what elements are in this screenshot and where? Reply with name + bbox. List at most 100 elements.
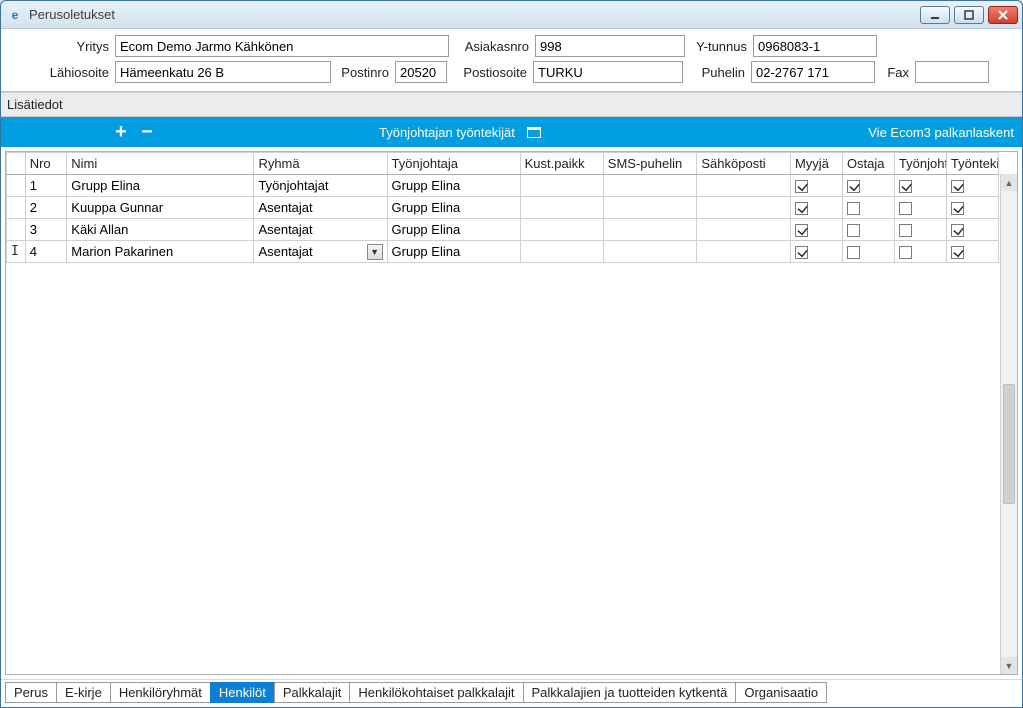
cell-myyja[interactable]	[790, 175, 842, 197]
cell-sahko[interactable]	[697, 175, 791, 197]
cell-ryhma[interactable]: Asentajat	[254, 219, 387, 241]
table-row[interactable]: I4Marion PakarinenAsentajat▼Grupp Elina	[7, 241, 999, 263]
cell-nro[interactable]: 4	[25, 241, 67, 263]
checkbox[interactable]	[899, 224, 912, 237]
cell-tyonjoht[interactable]	[894, 197, 946, 219]
cell-kust[interactable]	[520, 197, 603, 219]
cell-nimi[interactable]: Grupp Elina	[67, 175, 254, 197]
scroll-up-button[interactable]: ▲	[1001, 174, 1017, 191]
cell-nro[interactable]: 1	[25, 175, 67, 197]
row-handle[interactable]: I	[7, 241, 26, 263]
fax-input[interactable]	[915, 61, 989, 83]
checkbox[interactable]	[795, 224, 808, 237]
lahiosoite-input[interactable]	[115, 61, 331, 83]
checkbox[interactable]	[795, 246, 808, 259]
cell-kust[interactable]	[520, 219, 603, 241]
add-row-button[interactable]: +	[110, 121, 132, 143]
cell-tyontekija[interactable]	[946, 197, 998, 219]
cell-myyja[interactable]	[790, 197, 842, 219]
col-myyja[interactable]: Myyjä	[790, 153, 842, 175]
col-sms[interactable]: SMS-puhelin	[603, 153, 697, 175]
scroll-down-button[interactable]: ▼	[1001, 657, 1017, 674]
cell-ryhma[interactable]: Työnjohtajat	[254, 175, 387, 197]
cell-sahko[interactable]	[697, 197, 791, 219]
col-ostaja[interactable]: Ostaja	[842, 153, 894, 175]
table-row[interactable]: 1Grupp ElinaTyönjohtajatGrupp Elina	[7, 175, 999, 197]
asiakasnro-input[interactable]	[535, 35, 685, 57]
cell-tyontekija[interactable]	[946, 241, 998, 263]
checkbox[interactable]	[951, 246, 964, 259]
row-handle[interactable]	[7, 175, 26, 197]
table-row[interactable]: 2Kuuppa GunnarAsentajatGrupp Elina	[7, 197, 999, 219]
cell-sahko[interactable]	[697, 219, 791, 241]
checkbox[interactable]	[847, 224, 860, 237]
cell-tyonjohtaja[interactable]: Grupp Elina	[387, 241, 520, 263]
cell-sms[interactable]	[603, 175, 697, 197]
col-ryhma[interactable]: Ryhmä	[254, 153, 387, 175]
minimize-button[interactable]	[920, 6, 950, 24]
tab-henkilökohtaiset-palkkalajit[interactable]: Henkilökohtaiset palkkalajit	[349, 682, 523, 703]
postiosoite-input[interactable]	[533, 61, 683, 83]
checkbox[interactable]	[847, 202, 860, 215]
checkbox[interactable]	[847, 180, 860, 193]
col-handle[interactable]	[7, 153, 26, 175]
tab-perus[interactable]: Perus	[5, 682, 57, 703]
cell-tyontekija[interactable]	[946, 219, 998, 241]
yritys-input[interactable]	[115, 35, 449, 57]
cell-myyja[interactable]	[790, 219, 842, 241]
row-handle[interactable]	[7, 219, 26, 241]
cell-nro[interactable]: 3	[25, 219, 67, 241]
tab-henkilöt[interactable]: Henkilöt	[210, 682, 275, 703]
grid-scroll[interactable]: Nro Nimi Ryhmä Työnjohtaja Kust.paikk SM…	[5, 151, 1018, 675]
vertical-scrollbar[interactable]: ▲ ▼	[1000, 174, 1017, 674]
checkbox[interactable]	[847, 246, 860, 259]
row-handle[interactable]	[7, 197, 26, 219]
cell-ostaja[interactable]	[842, 197, 894, 219]
cell-nimi[interactable]: Marion Pakarinen	[67, 241, 254, 263]
cell-myyja[interactable]	[790, 241, 842, 263]
cell-sahko[interactable]	[697, 241, 791, 263]
checkbox[interactable]	[951, 202, 964, 215]
cell-sms[interactable]	[603, 241, 697, 263]
cell-tyonjohtaja[interactable]: Grupp Elina	[387, 219, 520, 241]
cell-nimi[interactable]: Kuuppa Gunnar	[67, 197, 254, 219]
tab-palkkalajien-ja-tuotteiden-kytkentä[interactable]: Palkkalajien ja tuotteiden kytkentä	[523, 682, 737, 703]
col-nro[interactable]: Nro	[25, 153, 67, 175]
tab-palkkalajit[interactable]: Palkkalajit	[274, 682, 351, 703]
maximize-button[interactable]	[954, 6, 984, 24]
cell-tyonjohtaja[interactable]: Grupp Elina	[387, 175, 520, 197]
cell-tyonjohtaja[interactable]: Grupp Elina	[387, 197, 520, 219]
col-kust[interactable]: Kust.paikk	[520, 153, 603, 175]
checkbox[interactable]	[795, 180, 808, 193]
cell-sms[interactable]	[603, 219, 697, 241]
open-workers-button[interactable]	[523, 121, 545, 143]
checkbox[interactable]	[951, 224, 964, 237]
cell-kust[interactable]	[520, 175, 603, 197]
cell-ryhma[interactable]: Asentajat▼	[254, 241, 387, 263]
remove-row-button[interactable]: −	[136, 121, 158, 143]
cell-ostaja[interactable]	[842, 241, 894, 263]
col-tyontekija[interactable]: Työntekijä	[946, 153, 998, 175]
cell-tyonjoht[interactable]	[894, 175, 946, 197]
col-sahko[interactable]: Sähköposti	[697, 153, 791, 175]
col-nimi[interactable]: Nimi	[67, 153, 254, 175]
checkbox[interactable]	[951, 180, 964, 193]
cell-nro[interactable]: 2	[25, 197, 67, 219]
cell-ostaja[interactable]	[842, 219, 894, 241]
col-tyonjoht[interactable]: Työnjoht	[894, 153, 946, 175]
cell-tyonjoht[interactable]	[894, 241, 946, 263]
dropdown-arrow-icon[interactable]: ▼	[367, 244, 383, 260]
close-button[interactable]	[988, 6, 1018, 24]
checkbox[interactable]	[899, 202, 912, 215]
tab-henkilöryhmät[interactable]: Henkilöryhmät	[110, 682, 211, 703]
ytunnus-input[interactable]	[753, 35, 877, 57]
checkbox[interactable]	[899, 180, 912, 193]
cell-kust[interactable]	[520, 241, 603, 263]
checkbox[interactable]	[899, 246, 912, 259]
cell-ryhma[interactable]: Asentajat	[254, 197, 387, 219]
checkbox[interactable]	[795, 202, 808, 215]
cell-ostaja[interactable]	[842, 175, 894, 197]
export-ecom3-link[interactable]: Vie Ecom3 palkanlaskent	[868, 125, 1014, 140]
tab-organisaatio[interactable]: Organisaatio	[735, 682, 827, 703]
cell-tyonjoht[interactable]	[894, 219, 946, 241]
